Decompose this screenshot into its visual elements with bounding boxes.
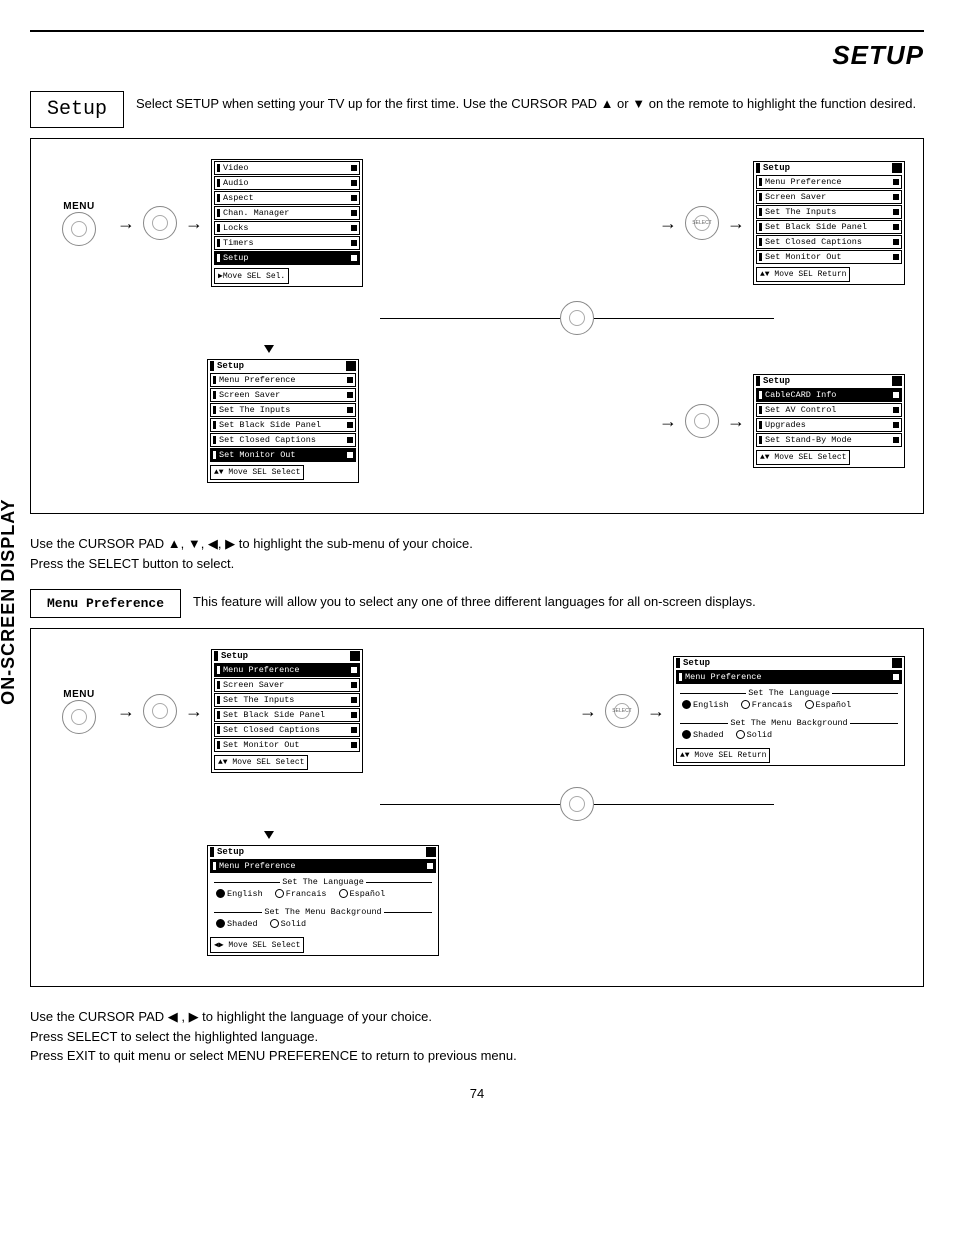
arrow-right-icon: → [117,213,135,234]
bottom-paragraph: Use the CURSOR PAD ◀ , ▶ to highlight th… [30,1007,924,1066]
arrow-right-icon: → [727,213,745,234]
cursor-pad-icon [143,694,177,728]
arrow-right-icon: → [579,701,597,722]
setup-heading-box: Setup [30,91,124,128]
osd-menu-preference-detail-1: SetupMenu PreferenceSet The LanguageEngl… [673,656,905,766]
setup-description: Select SETUP when setting your TV up for… [136,91,924,113]
arrow-right-icon: → [659,213,677,234]
osd-setup-menu-1: SetupMenu PreferenceScreen SaverSet The … [753,161,905,285]
osd-setup-pref-menu: SetupMenu PreferenceScreen SaverSet The … [211,649,363,773]
osd-setup-menu-2: SetupMenu PreferenceScreen SaverSet The … [207,359,359,483]
arrow-right-icon: → [185,701,203,722]
menu-preference-description: This feature will allow you to select an… [193,589,924,611]
cursor-pad-icon [560,301,594,335]
select-button-icon: SELECT [685,206,719,240]
menu-preference-heading-box: Menu Preference [30,589,181,618]
side-tab-label: ON-SCREEN DISPLAY [0,498,19,704]
menu-label: MENU [63,201,94,212]
menu-label: MENU [63,689,94,700]
arrow-right-icon: → [647,701,665,722]
mid-paragraph: Use the CURSOR PAD ▲, ▼, ◀, ▶ to highlig… [30,534,924,573]
select-button-icon: SELECT [605,694,639,728]
page-number: 74 [30,1086,924,1101]
osd-main-menu: VideoAudioAspectChan. ManagerLocksTimers… [211,159,363,287]
arrow-right-icon: → [659,411,677,432]
menu-button-icon [62,700,96,734]
arrow-down-icon [264,831,274,839]
cursor-pad-icon [560,787,594,821]
arrow-down-icon [264,345,274,353]
menu-preference-flow-diagram: MENU → → SetupMenu PreferenceScreen Save… [30,628,924,987]
arrow-right-icon: → [117,701,135,722]
arrow-right-icon: → [185,213,203,234]
setup-flow-diagram: MENU → → VideoAudioAspectChan. ManagerLo… [30,138,924,514]
page-title: SETUP [30,40,924,71]
menu-button-icon [62,212,96,246]
cursor-pad-icon [143,206,177,240]
osd-setup-menu-3: SetupCableCARD InfoSet AV ControlUpgrade… [753,374,905,468]
arrow-right-icon: → [727,411,745,432]
osd-menu-preference-detail-2: SetupMenu PreferenceSet The LanguageEngl… [207,845,439,956]
cursor-pad-icon [685,404,719,438]
